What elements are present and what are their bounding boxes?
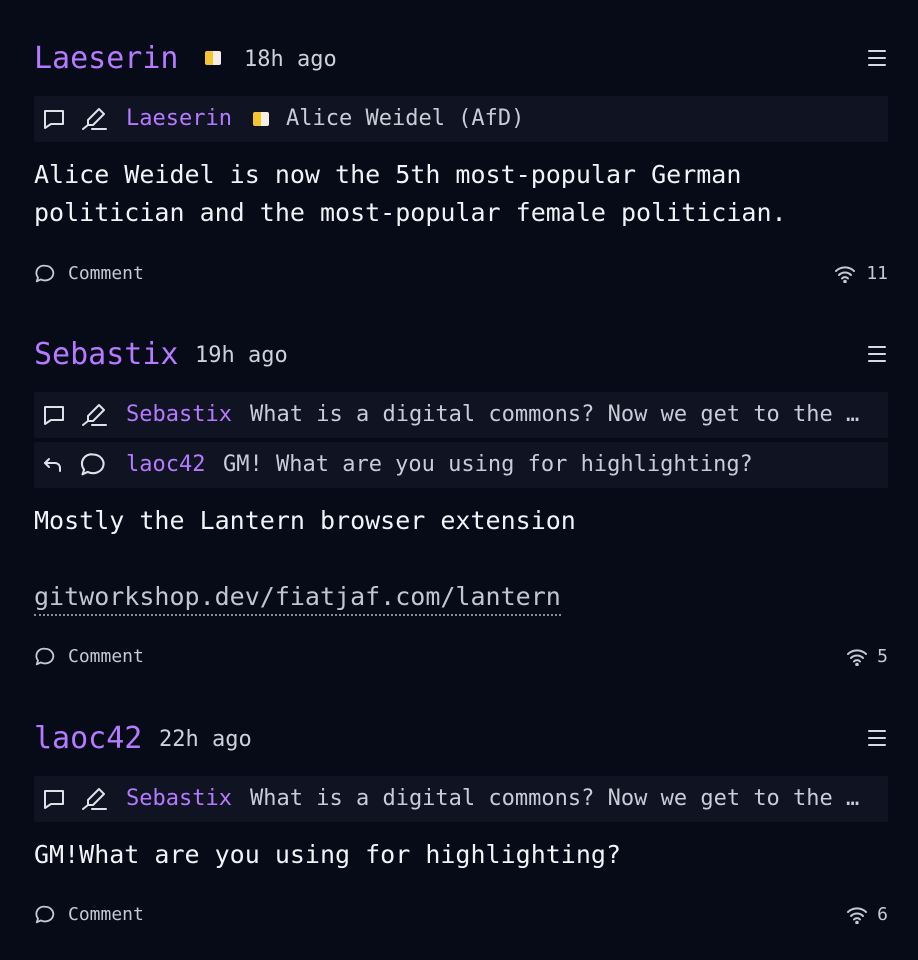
- post-footer: Comment 11: [34, 259, 888, 289]
- quote-text: What is a digital commons? Now we get to…: [250, 786, 860, 811]
- timestamp[interactable]: 18h ago: [244, 43, 337, 77]
- relay-count[interactable]: 6: [808, 900, 888, 930]
- post-link[interactable]: gitworkshop.dev/fiatjaf.com/lantern: [34, 580, 561, 616]
- flag-icon: [253, 112, 269, 126]
- comment-box-icon: [42, 403, 66, 431]
- speech-bubble-icon: [78, 451, 108, 483]
- relay-count-value: 5: [877, 646, 888, 667]
- relay-count[interactable]: 11: [808, 259, 888, 289]
- post-header: Laeserin 18h ago: [34, 40, 888, 84]
- reply-arrow-icon: [42, 455, 64, 479]
- comment-label: Comment: [68, 904, 144, 925]
- wifi-icon: [835, 266, 855, 283]
- comment-box-icon: [42, 107, 66, 135]
- relay-count-value: 6: [877, 904, 888, 925]
- flag-icon: [205, 51, 221, 65]
- relay-count[interactable]: 5: [808, 642, 888, 672]
- quote-text: What is a digital commons? Now we get to…: [250, 402, 860, 427]
- author-name[interactable]: Sebastix: [34, 338, 179, 372]
- quote-author[interactable]: Laeserin: [126, 96, 232, 142]
- relay-count-value: 11: [866, 263, 888, 284]
- post-footer: Comment 5: [34, 642, 888, 672]
- menu-icon[interactable]: [868, 730, 886, 746]
- author-name[interactable]: laoc42: [34, 722, 142, 756]
- post-body: Mostly the Lantern browser extension: [34, 506, 576, 535]
- post-header: Sebastix 19h ago: [34, 336, 888, 380]
- timestamp[interactable]: 22h ago: [159, 723, 252, 757]
- wifi-icon: [847, 649, 867, 666]
- reply-author[interactable]: laoc42: [126, 442, 205, 488]
- speech-bubble-icon: [35, 905, 55, 924]
- reply-context[interactable]: laoc42 GM! What are you using for highli…: [34, 442, 888, 488]
- highlighter-icon: [80, 787, 108, 815]
- highlight-quote[interactable]: Laeserin Alice Weidel (AfD): [34, 96, 888, 142]
- menu-icon[interactable]: [868, 346, 886, 362]
- timestamp[interactable]: 19h ago: [195, 339, 288, 373]
- highlighter-icon: [80, 107, 108, 135]
- author-name[interactable]: Laeserin: [34, 42, 179, 76]
- quote-text: Alice Weidel (AfD): [286, 106, 525, 131]
- speech-bubble-icon: [35, 264, 55, 283]
- speech-bubble-icon: [35, 647, 55, 666]
- quote-author[interactable]: Sebastix: [126, 776, 232, 822]
- comment-box-icon: [42, 787, 66, 815]
- menu-icon[interactable]: [868, 50, 886, 66]
- reply-text: GM! What are you using for highlighting?: [223, 452, 753, 477]
- wifi-icon: [847, 907, 867, 924]
- quote-author[interactable]: Sebastix: [126, 392, 232, 438]
- highlight-quote[interactable]: Sebastix What is a digital commons? Now …: [34, 392, 888, 438]
- comment-label: Comment: [68, 263, 144, 284]
- post-footer: Comment 6: [34, 900, 888, 930]
- highlight-quote[interactable]: Sebastix What is a digital commons? Now …: [34, 776, 888, 822]
- comment-label: Comment: [68, 646, 144, 667]
- highlighter-icon: [80, 403, 108, 431]
- post-header: laoc42 22h ago: [34, 720, 888, 764]
- post-body: Alice Weidel is now the 5th most-popular…: [34, 160, 787, 227]
- post-body: GM!What are you using for highlighting?: [34, 840, 621, 869]
